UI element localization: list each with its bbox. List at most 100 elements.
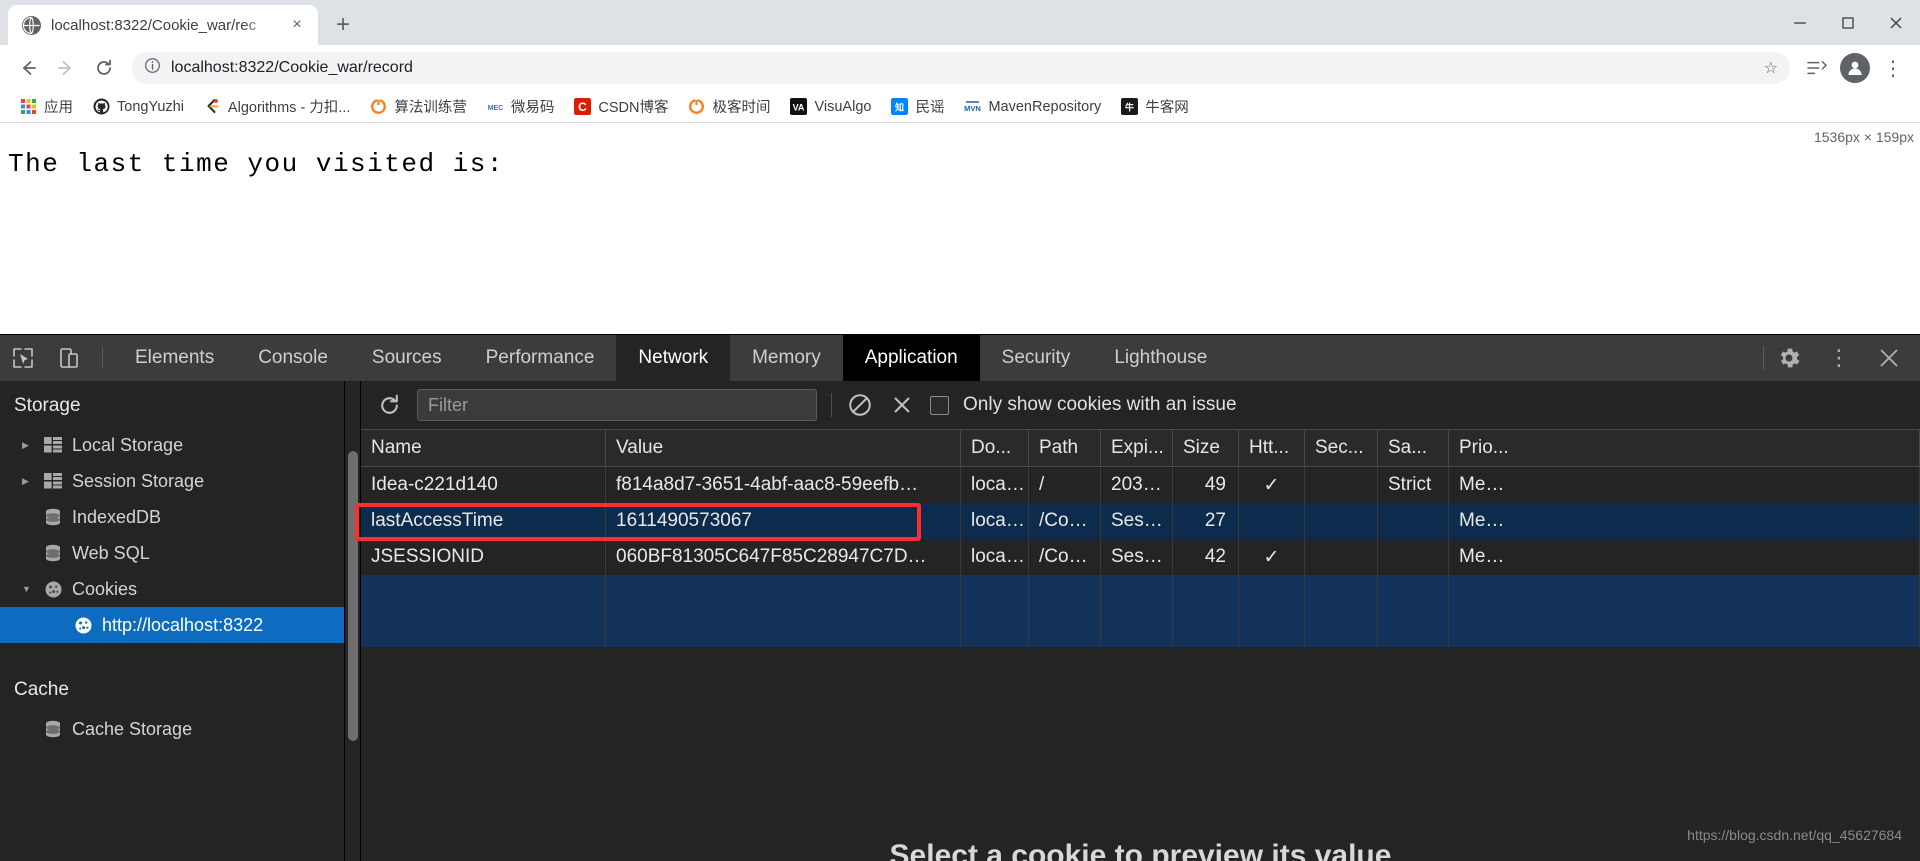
scrollbar-thumb[interactable] xyxy=(348,451,358,741)
cell-size: 42 xyxy=(1173,539,1239,575)
table-row-empty xyxy=(361,575,1920,611)
cell-empty xyxy=(1101,575,1173,611)
devtools-tab-lighthouse[interactable]: Lighthouse xyxy=(1092,335,1229,381)
window-close-button[interactable] xyxy=(1872,0,1920,45)
address-bar-url[interactable]: localhost:8322/Cookie_war/record xyxy=(171,59,1754,77)
sidebar-item-http-localhost-8322[interactable]: http://localhost:8322 xyxy=(0,607,344,643)
bookmark-item[interactable]: TongYuzhi xyxy=(85,94,192,119)
cell-httponly xyxy=(1239,503,1305,539)
kebab-menu-icon[interactable]: ⋮ xyxy=(1814,335,1864,381)
sidebar-item-cache-storage[interactable]: Cache Storage xyxy=(0,711,344,747)
bookmark-item[interactable]: MVN MavenRepository xyxy=(956,94,1109,119)
window-maximize-button[interactable] xyxy=(1824,0,1872,45)
chevron-right-icon[interactable]: ▶ xyxy=(22,440,34,451)
sidebar-item-cookies[interactable]: ▼ Cookies xyxy=(0,571,344,607)
sidebar-item-local-storage[interactable]: ▶ Local Storage xyxy=(0,427,344,463)
new-tab-button[interactable]: + xyxy=(326,8,360,42)
column-header[interactable]: Sec... xyxy=(1305,430,1378,466)
inspect-cursor-icon[interactable] xyxy=(0,335,46,381)
refresh-icon[interactable] xyxy=(375,391,403,419)
bookmark-item[interactable]: 应用 xyxy=(12,92,81,121)
info-circle-icon[interactable] xyxy=(144,57,161,79)
devtools-tab-console[interactable]: Console xyxy=(236,335,350,381)
column-header[interactable]: Expi... xyxy=(1101,430,1173,466)
bookmark-item[interactable]: C CSDN博客 xyxy=(566,92,676,121)
panel-scrollbar[interactable] xyxy=(345,381,361,861)
devtools-tab-memory[interactable]: Memory xyxy=(730,335,843,381)
bookmark-label: VisuAlgo xyxy=(814,98,872,115)
window-minimize-button[interactable] xyxy=(1776,0,1824,45)
chevron-right-icon[interactable]: ▶ xyxy=(22,476,34,487)
cell-empty xyxy=(606,611,961,647)
cell-empty xyxy=(1378,611,1449,647)
reload-button[interactable] xyxy=(86,50,122,86)
split-panel-icon[interactable] xyxy=(1800,51,1834,85)
address-bar[interactable]: localhost:8322/Cookie_war/record ☆ xyxy=(132,52,1790,84)
column-header[interactable]: Path xyxy=(1029,430,1101,466)
back-button[interactable] xyxy=(10,50,46,86)
devtools-body: Storage ▶ Local Storage ▶ Session Storage In… xyxy=(0,381,1920,861)
devtools-tab-network[interactable]: Network xyxy=(616,335,731,381)
forward-button[interactable] xyxy=(48,50,84,86)
table-row[interactable]: lastAccessTime 1611490573067 loca…/Co… Ses…… xyxy=(361,503,1920,539)
block-circle-icon[interactable] xyxy=(846,391,874,419)
browser-toolbar: localhost:8322/Cookie_war/record ☆ ⋮ xyxy=(0,45,1920,91)
bookmark-item[interactable]: Algorithms - 力扣... xyxy=(196,92,358,121)
svg-text:知: 知 xyxy=(894,102,904,113)
bookmark-item[interactable]: 牛牛客网 xyxy=(1113,92,1197,121)
browser-window: localhost:8322/Cookie_war/rec × + localh… xyxy=(0,0,1920,861)
devtools-tabs: Elements Console Sources Performance Network… xyxy=(113,335,1229,381)
filter-input[interactable]: Filter xyxy=(417,389,817,421)
bookmark-item[interactable]: 算法训练营 xyxy=(362,92,475,121)
devtools-tab-sources[interactable]: Sources xyxy=(350,335,464,381)
sidebar-item-label: http://localhost:8322 xyxy=(102,614,264,635)
toolbar-right-actions: ⋮ xyxy=(1800,51,1910,85)
avatar[interactable] xyxy=(1838,51,1872,85)
device-toggle-icon[interactable] xyxy=(46,335,92,381)
bookmark-label: 微易码 xyxy=(510,100,555,116)
globe-icon xyxy=(22,15,41,35)
sidebar-section-storage: Storage xyxy=(14,395,81,416)
cell-empty xyxy=(961,611,1029,647)
column-header[interactable]: Value xyxy=(606,430,961,466)
devtools-tab-security[interactable]: Security xyxy=(980,335,1093,381)
bookmark-item[interactable]: MEC 微易码 xyxy=(479,92,563,121)
cell-secure xyxy=(1305,539,1378,575)
sidebar-item-web-sql[interactable]: Web SQL xyxy=(0,535,344,571)
devtools-tab-elements[interactable]: Elements xyxy=(113,335,236,381)
bookmark-item[interactable]: VA VisuAlgo xyxy=(782,94,879,119)
bookmark-star-icon[interactable]: ☆ xyxy=(1764,58,1778,78)
sidebar-item-session-storage[interactable]: ▶ Session Storage xyxy=(0,463,344,499)
cell-expires: 203… xyxy=(1101,467,1173,503)
cell-httponly: ✓ xyxy=(1239,539,1305,575)
column-header[interactable]: Do... xyxy=(961,430,1029,466)
close-icon[interactable] xyxy=(1864,335,1914,381)
database-icon xyxy=(42,508,64,526)
delete-cookie-icon[interactable] xyxy=(888,391,916,419)
column-header[interactable]: Name xyxy=(361,430,606,466)
viewport-size-tooltip: 1536px × 159px xyxy=(1813,129,1914,145)
only-issues-checkbox[interactable] xyxy=(930,395,949,415)
bookmark-item[interactable]: 极客时间 xyxy=(680,92,778,121)
sidebar-item-indexeddb[interactable]: IndexedDB xyxy=(0,499,344,535)
column-header[interactable]: Htt... xyxy=(1239,430,1305,466)
browser-tab[interactable]: localhost:8322/Cookie_war/rec × xyxy=(8,5,318,45)
browser-menu-button[interactable]: ⋮ xyxy=(1876,51,1910,85)
column-header[interactable]: Sa... xyxy=(1378,430,1449,466)
column-header[interactable]: Size xyxy=(1173,430,1239,466)
cell-empty xyxy=(1239,575,1305,611)
table-row[interactable]: Idea-c221d140 f814a8d7-3651-4abf-aac8-59e… xyxy=(361,467,1920,503)
devtools-tab-performance[interactable]: Performance xyxy=(464,335,617,381)
cell-expires: Ses… xyxy=(1101,539,1173,575)
chevron-down-icon[interactable]: ▼ xyxy=(22,584,34,594)
svg-text:MVN: MVN xyxy=(965,104,982,113)
bookmark-item[interactable]: 知民谣 xyxy=(883,92,952,121)
table-row[interactable]: JSESSIONID 060BF81305C647F85C28947C7D… loc… xyxy=(361,539,1920,575)
cell-priority: Me… xyxy=(1449,503,1920,539)
tab-close-icon[interactable]: × xyxy=(286,14,308,36)
mec-icon: MEC xyxy=(486,98,504,115)
devtools-tab-application[interactable]: Application xyxy=(842,335,980,381)
column-header[interactable]: Prio... xyxy=(1449,430,1920,466)
sidebar-item-label: Cache Storage xyxy=(72,718,193,739)
gear-icon[interactable] xyxy=(1764,335,1814,381)
